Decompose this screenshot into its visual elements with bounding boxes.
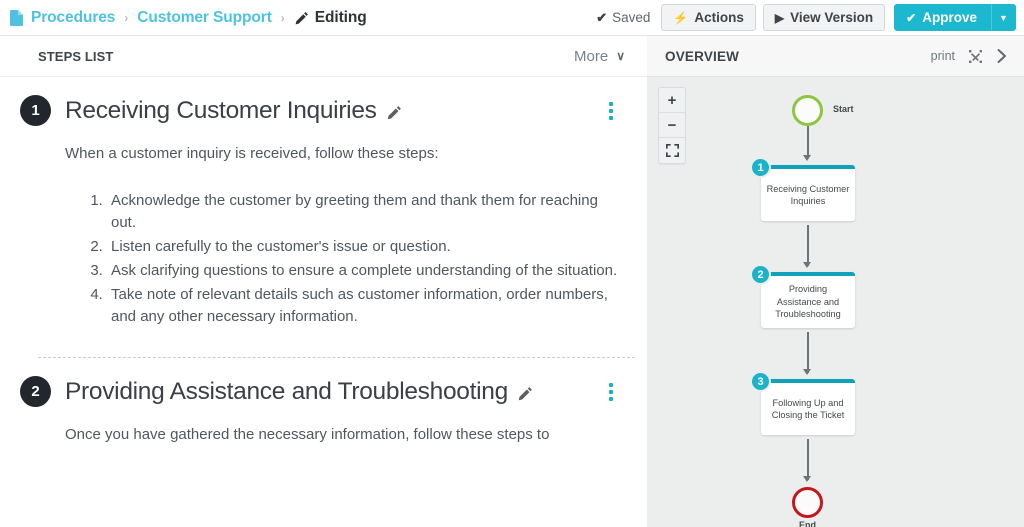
pencil-icon xyxy=(294,11,309,26)
play-triangle-icon: ▶ xyxy=(774,10,785,25)
flow-node-label: Receiving Customer Inquiries xyxy=(766,183,850,206)
flow-start-node[interactable] xyxy=(792,95,823,126)
breadcrumb-link-procedures[interactable]: Procedures xyxy=(31,9,115,27)
step-block-1: 1 Receiving Customer Inquiries When a cu… xyxy=(0,77,647,329)
top-toolbar: Procedures › Customer Support › Editing … xyxy=(0,0,1024,36)
actions-button-label: Actions xyxy=(694,10,744,25)
step-intro-paragraph: Once you have gathered the necessary inf… xyxy=(65,426,550,444)
breadcrumb-separator-1: › xyxy=(124,10,129,25)
flow-connector xyxy=(807,439,809,480)
list-item: Take note of relevant details such as cu… xyxy=(107,284,619,330)
flow-end-node[interactable] xyxy=(792,487,823,518)
step-options-kebab[interactable] xyxy=(603,98,619,124)
flow-arrow-icon xyxy=(803,369,811,375)
document-icon xyxy=(10,9,23,26)
expand-arrows-icon[interactable] xyxy=(969,49,982,63)
flow-connector xyxy=(807,225,809,266)
step-options-kebab[interactable] xyxy=(603,379,619,405)
approve-button-group: ✔ Approve ▼ xyxy=(894,4,1016,31)
flow-node-badge-1: 1 xyxy=(750,157,771,178)
step-intro-paragraph: When a customer inquiry is received, fol… xyxy=(65,145,439,162)
breadcrumb: Procedures › Customer Support › Editing xyxy=(10,9,596,27)
flow-node-3[interactable]: Following Up and Closing the Ticket xyxy=(761,379,855,435)
step-block-2: 2 Providing Assistance and Troubleshooti… xyxy=(0,358,647,447)
saved-check-icon: ✔ xyxy=(596,9,608,25)
step-header-1: 1 Receiving Customer Inquiries xyxy=(20,77,619,126)
flow-node-2[interactable]: Providing Assistance and Troubleshooting xyxy=(761,272,855,328)
step-body-2: Once you have gathered the necessary inf… xyxy=(20,424,619,447)
flow-node-label: Following Up and Closing the Ticket xyxy=(771,397,845,420)
overview-header: OVERVIEW print xyxy=(647,36,1024,77)
steps-list-title: STEPS LIST xyxy=(38,48,114,64)
approve-button[interactable]: ✔ Approve xyxy=(894,4,991,31)
flow-connector xyxy=(807,332,809,373)
top-actions: ✔ Saved ⚡ Actions ▶ View Version ✔ Appro… xyxy=(596,4,1016,31)
flow-diagram: Start Receiving Customer Inquiries 1 Pro… xyxy=(647,77,1024,527)
chevron-down-icon: ∨ xyxy=(616,49,625,63)
check-icon: ✔ xyxy=(906,10,917,25)
kebab-dot xyxy=(609,396,613,401)
saved-label: Saved xyxy=(612,10,651,25)
step-header-2: 2 Providing Assistance and Troubleshooti… xyxy=(20,358,619,408)
flow-connector xyxy=(807,126,809,158)
steps-list-panel: STEPS LIST More ∨ 1 Receiving Customer I… xyxy=(0,36,647,527)
saved-status: ✔ Saved xyxy=(596,10,650,26)
lightning-icon: ⚡ xyxy=(673,10,689,25)
flow-start-label: Start xyxy=(833,104,854,114)
kebab-dot xyxy=(609,101,613,106)
flow-node-badge-3: 3 xyxy=(750,371,771,392)
list-item: Listen carefully to the customer's issue… xyxy=(107,236,619,259)
steps-list-header: STEPS LIST More ∨ xyxy=(0,36,647,77)
breadcrumb-link-customer-support[interactable]: Customer Support xyxy=(137,9,272,27)
approve-button-label: Approve xyxy=(922,10,977,25)
breadcrumb-current-editing: Editing xyxy=(314,8,367,26)
breadcrumb-separator-2: › xyxy=(280,10,285,25)
overview-panel: OVERVIEW print + − Start Receiving Custo… xyxy=(647,36,1024,527)
edit-pencil-icon[interactable] xyxy=(517,386,533,402)
step-number-badge: 2 xyxy=(20,376,51,408)
view-version-button[interactable]: ▶ View Version xyxy=(762,4,886,31)
flow-arrow-icon xyxy=(803,262,811,268)
flow-arrow-icon xyxy=(803,155,811,161)
overview-title: OVERVIEW xyxy=(665,48,740,64)
step-number-badge: 1 xyxy=(20,95,51,126)
step-body-1: When a customer inquiry is received, fol… xyxy=(20,143,619,329)
approve-dropdown-toggle[interactable]: ▼ xyxy=(991,4,1016,31)
chevron-down-icon: ▼ xyxy=(999,12,1008,23)
flow-node-1[interactable]: Receiving Customer Inquiries xyxy=(761,165,855,221)
overview-canvas[interactable]: + − Start Receiving Customer Inquiries 1 xyxy=(647,77,1024,527)
view-version-button-label: View Version xyxy=(790,10,874,25)
steps-scroll-area[interactable]: 1 Receiving Customer Inquiries When a cu… xyxy=(0,77,647,527)
kebab-dot xyxy=(609,389,613,394)
more-button-label: More xyxy=(574,47,609,65)
more-button[interactable]: More ∨ xyxy=(574,48,625,65)
kebab-dot xyxy=(609,115,613,120)
kebab-dot xyxy=(609,382,613,387)
flow-arrow-icon xyxy=(803,476,811,482)
edit-pencil-icon[interactable] xyxy=(386,105,402,121)
flow-node-badge-2: 2 xyxy=(750,264,771,285)
step-title[interactable]: Providing Assistance and Troubleshooting xyxy=(65,378,508,406)
list-item: Ask clarifying questions to ensure a com… xyxy=(107,260,619,283)
flow-node-label: Providing Assistance and Troubleshooting xyxy=(775,284,841,320)
flow-end-label: End xyxy=(799,520,816,527)
chevron-right-icon[interactable] xyxy=(996,49,1008,63)
print-button[interactable]: print xyxy=(931,49,955,63)
step-substep-list: Acknowledge the customer by greeting the… xyxy=(65,190,619,330)
list-item: Acknowledge the customer by greeting the… xyxy=(107,190,619,236)
actions-button[interactable]: ⚡ Actions xyxy=(661,4,756,31)
step-title[interactable]: Receiving Customer Inquiries xyxy=(65,97,377,125)
kebab-dot xyxy=(609,108,613,113)
